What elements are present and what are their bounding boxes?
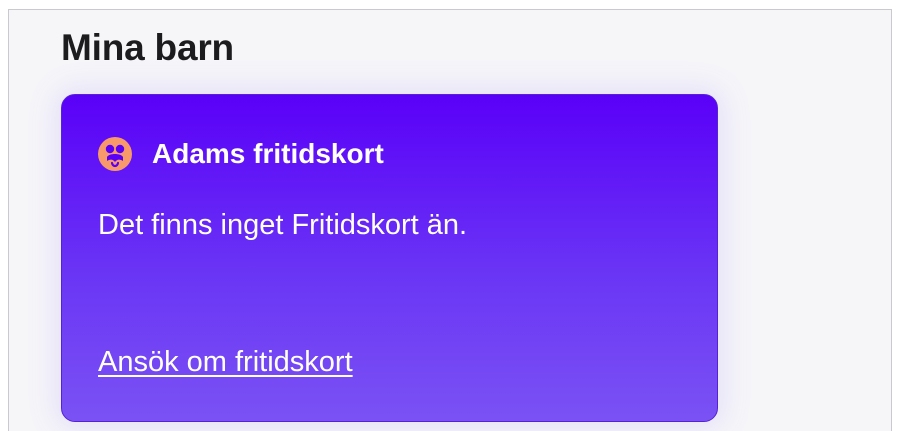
page-container: Mina barn Adams fritidskort Det finns in… — [8, 9, 892, 431]
section-title: Mina barn — [61, 27, 234, 68]
card-header: Adams fritidskort — [98, 137, 384, 171]
card-message: Det finns inget Fritidskort än. — [98, 209, 468, 241]
fritidskort-card: Adams fritidskort Det finns inget Fritid… — [61, 94, 718, 422]
card-title: Adams fritidskort — [152, 138, 384, 169]
child-face-icon — [98, 137, 132, 171]
apply-fritidskort-link[interactable]: Ansök om fritidskort — [98, 344, 353, 380]
